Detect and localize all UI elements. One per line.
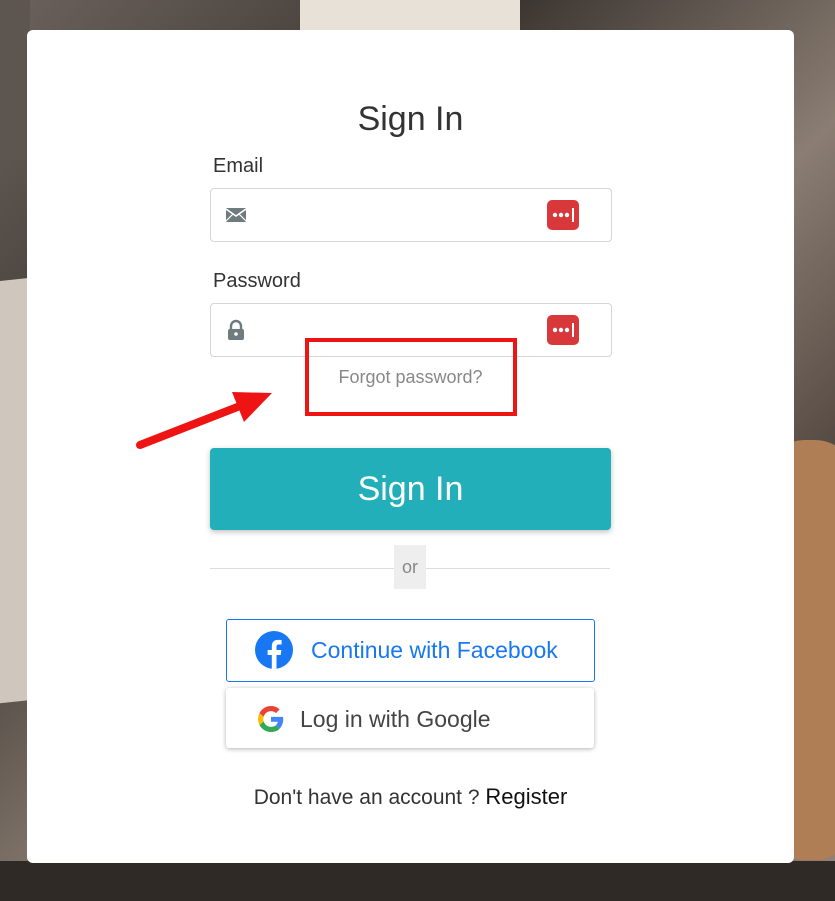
email-field-wrapper — [210, 188, 612, 242]
facebook-login-button[interactable]: Continue with Facebook — [226, 619, 595, 682]
register-line: Don't have an account ? Register — [27, 784, 794, 810]
google-logo-icon — [258, 706, 284, 732]
email-input[interactable] — [257, 199, 541, 231]
lastpass-icon[interactable] — [547, 315, 579, 345]
register-link[interactable]: Register — [485, 784, 567, 809]
sign-in-button[interactable]: Sign In — [210, 448, 611, 530]
sign-in-card: Sign In Email Password Forgot password? … — [27, 30, 794, 863]
annotation-highlight-box — [305, 338, 517, 416]
email-label: Email — [213, 155, 264, 177]
lastpass-icon[interactable] — [547, 200, 579, 230]
facebook-button-label: Continue with Facebook — [311, 637, 558, 663]
divider-or-text: or — [394, 545, 426, 589]
google-button-label: Log in with Google — [300, 706, 491, 732]
lock-icon — [228, 319, 244, 340]
password-label: Password — [213, 270, 301, 292]
register-prompt: Don't have an account ? — [253, 786, 480, 809]
facebook-logo-icon — [255, 631, 293, 669]
google-login-button[interactable]: Log in with Google — [226, 688, 594, 748]
envelope-icon — [225, 208, 247, 222]
page-title: Sign In — [357, 100, 464, 138]
